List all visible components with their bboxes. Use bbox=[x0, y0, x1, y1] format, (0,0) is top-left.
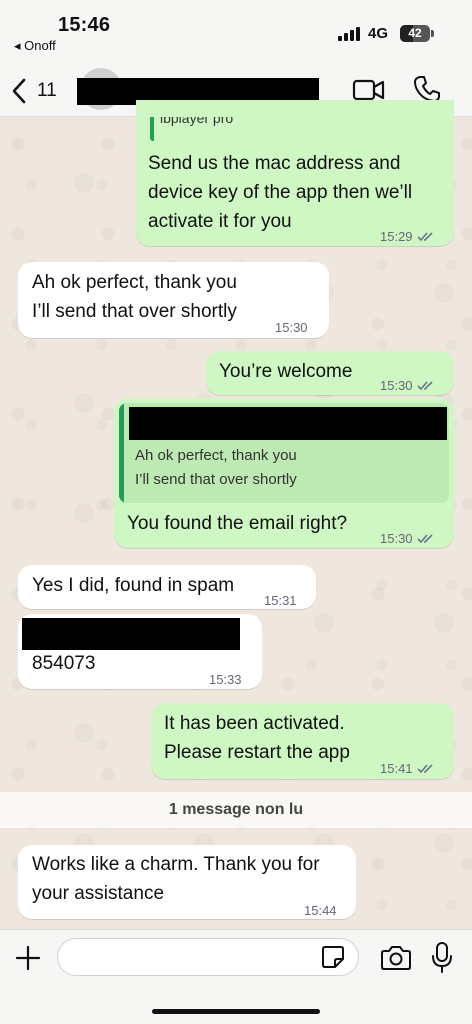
message-bubble-incoming[interactable]: Yes I did, found in spam 15:31 bbox=[18, 565, 316, 609]
quote-bar bbox=[150, 117, 154, 141]
unread-messages-banner: 1 message non lu bbox=[0, 792, 472, 828]
message-line: 854073 bbox=[32, 653, 96, 674]
message-bubble-outgoing[interactable]: It has been activated. Please restart th… bbox=[151, 703, 454, 779]
status-time: 15:46 bbox=[58, 14, 111, 36]
message-bubble-incoming[interactable]: 854073 15:33 bbox=[18, 614, 262, 689]
message-line: activate it for you bbox=[148, 211, 292, 232]
message-line: your assistance bbox=[32, 883, 165, 904]
message-line: It has been activated. bbox=[164, 713, 345, 734]
message-meta: 15:30 bbox=[380, 524, 435, 553]
message-time: 15:33 bbox=[209, 672, 242, 687]
read-ticks-icon bbox=[416, 534, 433, 544]
read-ticks-icon bbox=[416, 381, 433, 391]
sticker-button[interactable] bbox=[320, 944, 346, 970]
quoted-message-preview[interactable]: ibplayer pro bbox=[142, 117, 448, 141]
read-ticks-icon bbox=[416, 764, 433, 774]
message-text: Yes I did, found in spam bbox=[32, 571, 234, 600]
message-time: 15:30 bbox=[380, 378, 413, 393]
attach-button[interactable] bbox=[14, 944, 42, 972]
message-meta: 15:41 bbox=[380, 754, 435, 783]
message-line: Ah ok perfect, thank you bbox=[32, 272, 237, 293]
message-line: device key of the app then we’ll bbox=[148, 182, 413, 203]
sticker-icon bbox=[322, 946, 344, 968]
redacted-text bbox=[22, 618, 240, 650]
message-line: Yes I did, found in spam bbox=[32, 575, 235, 596]
unread-chats-count[interactable]: 11 bbox=[37, 80, 57, 102]
message-bubble-incoming[interactable]: Works like a charm. Thank you for your a… bbox=[18, 845, 356, 919]
message-text: Ah ok perfect, thank you I’ll send that … bbox=[32, 268, 237, 326]
message-time: 15:44 bbox=[304, 903, 337, 918]
message-line: Works like a charm. Thank you for bbox=[32, 854, 320, 875]
quote-bar bbox=[119, 403, 124, 503]
quoted-line: Ah ok perfect, thank you bbox=[135, 447, 297, 464]
message-text: Works like a charm. Thank you for your a… bbox=[32, 850, 320, 908]
quoted-line: I’ll send that over shortly bbox=[135, 471, 297, 488]
message-time: 15:31 bbox=[264, 593, 297, 608]
message-meta: 15:30 bbox=[380, 371, 435, 400]
message-input[interactable] bbox=[57, 938, 359, 976]
read-ticks-icon bbox=[416, 232, 433, 242]
quoted-text: ibplayer pro bbox=[160, 117, 234, 126]
camera-button[interactable] bbox=[380, 942, 412, 972]
battery-icon: 42 bbox=[400, 25, 430, 42]
back-button[interactable] bbox=[8, 76, 34, 106]
home-indicator[interactable] bbox=[152, 1009, 320, 1014]
message-meta: 15:44 bbox=[304, 896, 337, 925]
message-text: It has been activated. Please restart th… bbox=[164, 709, 350, 767]
message-time: 15:30 bbox=[275, 320, 308, 335]
message-bubble-outgoing[interactable]: You’re welcome 15:30 bbox=[206, 351, 454, 395]
message-bubble-incoming[interactable]: Ah ok perfect, thank you I’ll send that … bbox=[18, 262, 329, 338]
message-line: You’re welcome bbox=[219, 361, 353, 382]
battery-tip bbox=[431, 30, 434, 37]
microphone-icon bbox=[432, 942, 452, 973]
quoted-author-redacted bbox=[129, 407, 447, 440]
message-line: You found the email right? bbox=[127, 513, 348, 534]
network-type: 4G bbox=[368, 25, 389, 42]
message-text: 854073 bbox=[32, 649, 95, 678]
message-line: Send us the mac address and bbox=[148, 153, 401, 174]
composer-bar bbox=[0, 929, 472, 1024]
message-time: 15:29 bbox=[380, 229, 413, 244]
message-line: I’ll send that over shortly bbox=[32, 301, 237, 322]
plus-icon bbox=[15, 945, 41, 971]
back-to-app-link[interactable]: ◂ Onoff bbox=[14, 38, 56, 54]
signal-icon bbox=[338, 27, 364, 41]
camera-icon bbox=[381, 946, 411, 970]
message-meta: 15:33 bbox=[209, 665, 242, 694]
message-meta: 15:30 bbox=[275, 313, 308, 342]
message-text: Send us the mac address and device key o… bbox=[148, 149, 412, 236]
message-meta: 15:29 bbox=[380, 222, 435, 251]
message-time: 15:41 bbox=[380, 761, 413, 776]
message-meta: 15:31 bbox=[264, 586, 297, 615]
message-line: Please restart the app bbox=[164, 742, 350, 763]
message-text: You’re welcome bbox=[219, 357, 352, 386]
battery-level: 42 bbox=[408, 26, 422, 40]
quoted-message[interactable]: Ah ok perfect, thank you I’ll send that … bbox=[119, 403, 449, 503]
message-text: You found the email right? bbox=[127, 509, 347, 538]
message-time: 15:30 bbox=[380, 531, 413, 546]
voice-message-button[interactable] bbox=[430, 940, 454, 974]
back-chevron-icon bbox=[12, 78, 26, 104]
